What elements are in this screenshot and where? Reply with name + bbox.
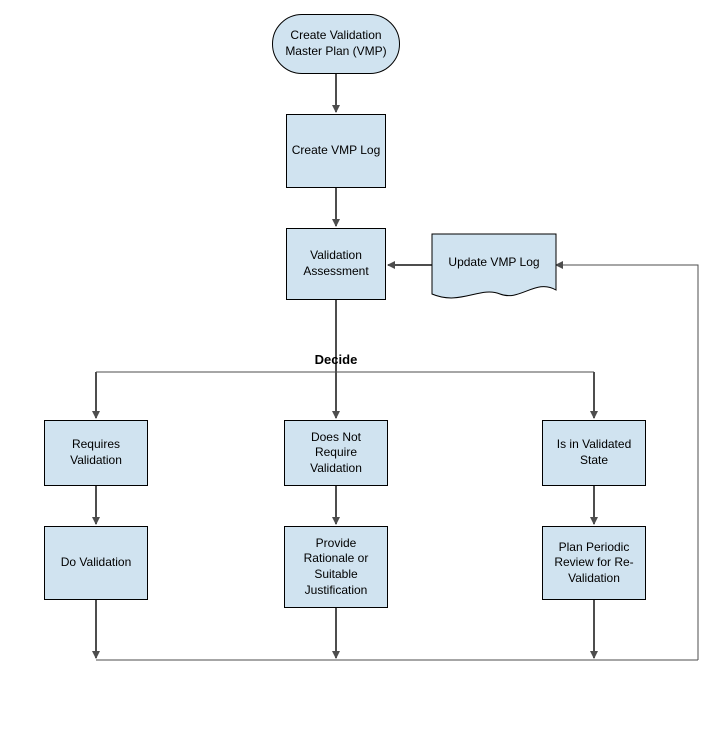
node-do-validation: Do Validation	[44, 526, 148, 600]
node-requires: RequiresValidation	[44, 420, 148, 486]
node-rationale-label: ProvideRationale orSuitableJustification	[304, 536, 369, 598]
node-rationale: ProvideRationale orSuitableJustification	[284, 526, 388, 608]
label-decide-text: Decide	[315, 352, 358, 367]
node-create-log: Create VMP Log	[286, 114, 386, 188]
node-not-require-label: Does NotRequireValidation	[310, 430, 362, 477]
node-start: Create ValidationMaster Plan (VMP)	[272, 14, 400, 74]
node-create-log-label: Create VMP Log	[292, 143, 381, 159]
node-do-validation-label: Do Validation	[61, 555, 132, 571]
node-periodic: Plan PeriodicReview for Re-Validation	[542, 526, 646, 600]
node-requires-label: RequiresValidation	[70, 437, 122, 468]
node-update-log: Update VMP Log	[432, 234, 556, 290]
node-validation-assessment-label: ValidationAssessment	[303, 248, 368, 279]
node-validated-state: Is in ValidatedState	[542, 420, 646, 486]
node-update-log-label: Update VMP Log	[448, 255, 539, 269]
node-start-label: Create ValidationMaster Plan (VMP)	[285, 28, 386, 59]
node-validated-state-label: Is in ValidatedState	[557, 437, 632, 468]
flowchart-canvas: Create ValidationMaster Plan (VMP) Creat…	[0, 0, 726, 750]
label-decide: Decide	[300, 352, 372, 367]
node-periodic-label: Plan PeriodicReview for Re-Validation	[554, 540, 633, 587]
node-validation-assessment: ValidationAssessment	[286, 228, 386, 300]
node-not-require: Does NotRequireValidation	[284, 420, 388, 486]
connectors-layer	[0, 0, 726, 750]
